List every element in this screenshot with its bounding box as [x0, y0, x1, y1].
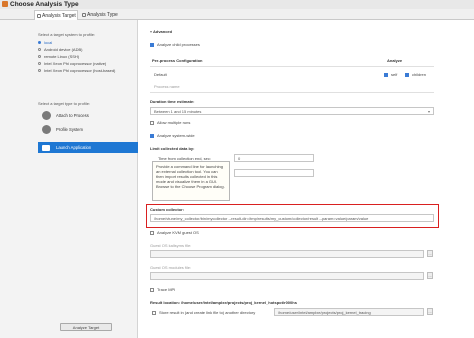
type-launch-application[interactable]: Launch Application: [38, 142, 138, 153]
type-attach-to-process[interactable]: Attach to Process: [38, 110, 138, 121]
modules-label: Guest OS modules file:: [150, 265, 192, 270]
target-icon: [37, 14, 41, 18]
analyze-kvm-checkbox[interactable]: Analyze KVM guest OS: [150, 230, 199, 235]
radio-icon: [38, 55, 41, 59]
per-process-header: Per-process Configuration: [152, 58, 203, 63]
target-xeon-phi-host[interactable]: Intel Xeon Phi coprocessor (host-based): [38, 67, 115, 74]
type-label: Launch Application: [56, 145, 92, 150]
kallsyms-label: Guest OS kallsyms file:: [150, 243, 192, 248]
advanced-header[interactable]: ▾ Advanced: [150, 29, 172, 34]
checkbox-icon: [405, 72, 409, 77]
store-result-path-input[interactable]: /home/user/intel/amplxe/projects/proj_ke…: [274, 308, 424, 316]
analyze-target-button[interactable]: Analyze Target: [60, 323, 112, 331]
target-xeon-phi-native[interactable]: Intel Xeon Phi coprocessor (native): [38, 60, 106, 67]
tab-label: Analysis Type: [87, 12, 118, 18]
kallsyms-input[interactable]: [150, 250, 424, 258]
self-checkbox[interactable]: self: [384, 72, 397, 77]
target-local[interactable]: local: [38, 39, 52, 46]
radio-label: remote Linux (SSH): [44, 54, 80, 59]
custom-collector-label: Custom collector:: [150, 207, 185, 212]
analyze-column-header: Analyze: [387, 58, 403, 63]
store-result-browse-button[interactable]: ...: [427, 308, 433, 315]
chevron-down-icon: ▾: [427, 109, 430, 114]
system-icon: [42, 125, 51, 134]
checkbox-label: self: [391, 72, 398, 77]
checkbox-icon: [152, 310, 156, 315]
duration-value: Between 1 and 15 minutes: [154, 109, 202, 114]
app-icon: [2, 1, 8, 7]
radio-icon: [38, 62, 41, 66]
checkbox-icon: [150, 42, 154, 47]
analyze-child-checkbox[interactable]: Analyze child processes: [150, 42, 200, 47]
allow-multiple-runs-checkbox[interactable]: Allow multiple runs: [150, 120, 190, 125]
divider: [150, 66, 434, 67]
custom-collector-input[interactable]: /home/vtune/my_collector/bin/mycollector…: [150, 214, 434, 222]
checkbox-icon: [150, 133, 154, 138]
radio-icon: [38, 69, 41, 73]
target-android[interactable]: Android device (ADB): [38, 46, 82, 53]
type-profile-system[interactable]: Profile System: [38, 124, 138, 135]
attach-icon: [42, 111, 51, 120]
store-result-checkbox[interactable]: Store result in (and create link file to…: [152, 310, 255, 315]
checkbox-label: Store result in (and create link file to…: [159, 310, 256, 315]
kallsyms-browse-button[interactable]: ...: [427, 250, 433, 257]
radio-icon: [38, 48, 41, 52]
duration-select[interactable]: Between 1 and 15 minutes ▾: [150, 107, 434, 115]
checkbox-label: Analyze child processes: [157, 42, 200, 47]
result-location-label: Result location: /home/user/intel/amplxe…: [150, 300, 297, 305]
analysis-icon: [82, 13, 86, 17]
launch-icon: [42, 145, 50, 151]
checkbox-label: Allow multiple runs: [157, 120, 191, 125]
radio-label: Android device (ADB): [44, 47, 83, 52]
checkbox-label: children: [412, 72, 427, 77]
target-system-label: Select a target system to profile:: [38, 32, 96, 37]
radio-label: local: [44, 40, 53, 45]
target-type-label: Select a target type to profile:: [38, 101, 91, 106]
modules-input[interactable]: [150, 272, 424, 280]
radio-icon: [38, 41, 41, 45]
tab-analysis-type[interactable]: Analysis Type: [80, 10, 130, 20]
radio-label: Intel Xeon Phi coprocessor (host-based): [44, 68, 116, 73]
checkbox-icon: [150, 120, 154, 125]
type-label: Profile System: [56, 127, 83, 132]
tab-analysis-target[interactable]: Analysis Target: [34, 10, 78, 20]
time-from-input[interactable]: 0: [234, 154, 314, 162]
checkbox-icon: [150, 287, 154, 292]
window-title: Choose Analysis Type: [10, 1, 79, 8]
type-label: Attach to Process: [56, 113, 89, 118]
target-remote-linux[interactable]: remote Linux (SSH): [38, 53, 79, 60]
trace-mpi-checkbox[interactable]: Trace MPI: [150, 287, 175, 292]
checkbox-label: Analyze KVM guest OS: [157, 230, 199, 235]
radio-label: Intel Xeon Phi coprocessor (native): [44, 61, 107, 66]
custom-collector-tooltip: Provide a command line for launching an …: [152, 161, 230, 201]
checkbox-label: Trace MPI: [157, 287, 176, 292]
children-checkbox[interactable]: children: [405, 72, 426, 77]
process-default-label: Default: [154, 72, 167, 77]
divider: [150, 92, 434, 93]
limit-data-header: Limit collected data by:: [150, 146, 195, 151]
process-name-placeholder[interactable]: Process name: [154, 84, 180, 89]
limit-input[interactable]: [234, 169, 314, 177]
checkbox-label: Analyze system-wide: [157, 133, 195, 138]
checkbox-icon: [150, 230, 154, 235]
duration-header: Duration time estimate:: [150, 99, 195, 104]
checkbox-icon: [384, 72, 388, 77]
advanced-header-label: Advanced: [152, 29, 173, 34]
analyze-system-wide-checkbox[interactable]: Analyze system-wide: [150, 133, 195, 138]
tab-label: Analysis Target: [42, 13, 76, 19]
modules-browse-button[interactable]: ...: [427, 272, 433, 279]
